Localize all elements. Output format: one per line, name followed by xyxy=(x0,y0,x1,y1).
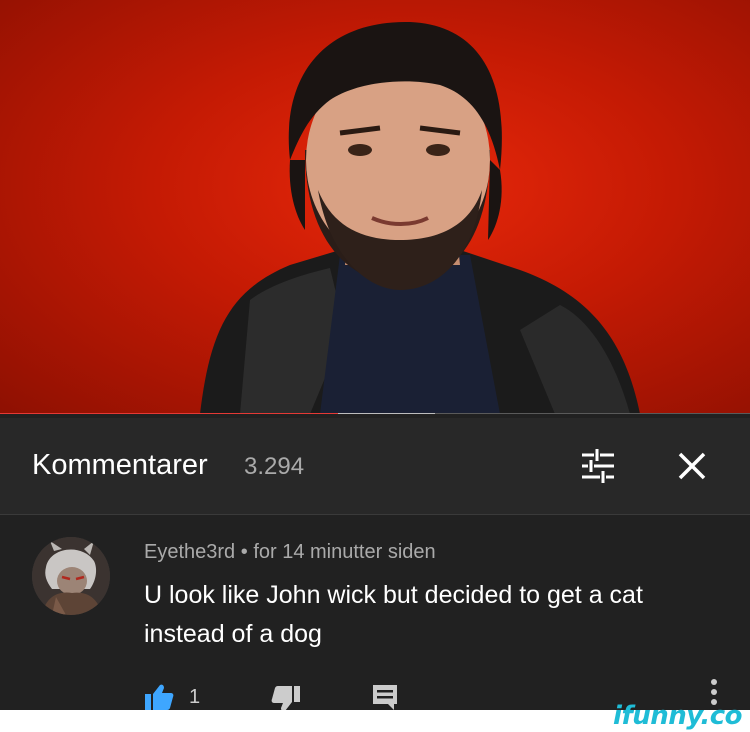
meta-separator: • xyxy=(240,541,248,563)
reply-icon[interactable] xyxy=(370,682,400,712)
video-buffer-bar xyxy=(337,413,435,414)
watermark: ifunny.co xyxy=(613,701,742,731)
sort-filter-icon[interactable] xyxy=(578,446,618,486)
comment-time: for 14 minutter siden xyxy=(253,541,436,563)
comment-text-line: instead of a dog xyxy=(144,620,322,648)
comment-item: Eyethe3rd • for 14 minutter siden U look… xyxy=(0,515,750,732)
video-thumbnail xyxy=(200,21,640,414)
comment-author[interactable]: Eyethe3rd xyxy=(144,541,235,563)
comments-title: Kommentarer xyxy=(32,449,208,481)
like-count: 1 xyxy=(189,686,201,708)
video-progress-fill xyxy=(0,413,338,414)
video-player[interactable] xyxy=(0,0,750,414)
avatar[interactable] xyxy=(32,537,110,615)
comments-count: 3.294 xyxy=(244,453,305,480)
comments-header: Kommentarer 3.294 xyxy=(0,418,750,515)
video-progress-bar[interactable] xyxy=(0,413,750,414)
thumbs-up-icon[interactable] xyxy=(144,682,174,712)
comment-text-line: U look like John wick but decided to get… xyxy=(144,581,643,609)
comment-text: U look like John wick but decided to get… xyxy=(144,576,724,654)
comment-meta: Eyethe3rd • for 14 minutter siden xyxy=(144,541,436,564)
close-icon[interactable] xyxy=(672,446,712,486)
